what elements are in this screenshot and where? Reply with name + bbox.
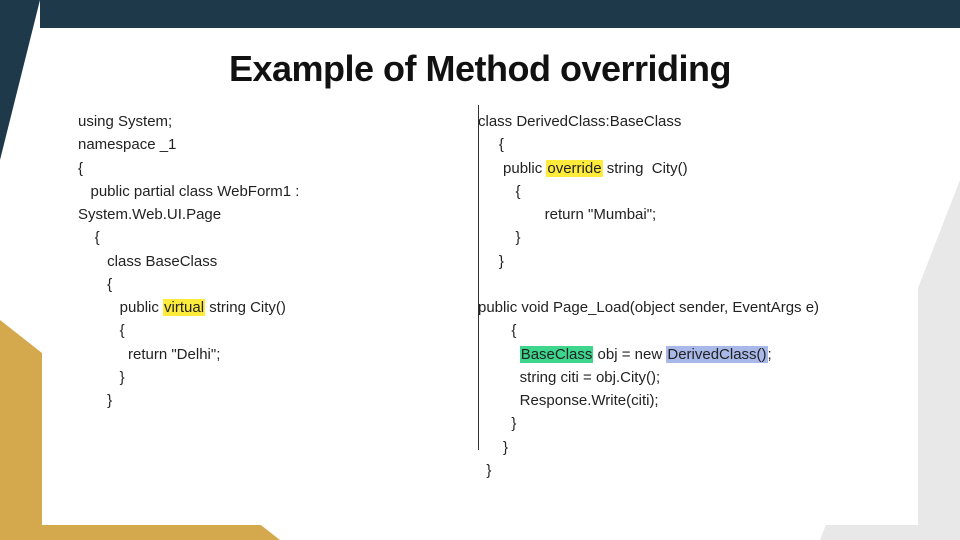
column-divider xyxy=(478,105,479,450)
code-line: Response.Write(citi); xyxy=(478,392,659,409)
code-line: namespace _1 xyxy=(78,136,176,153)
code-line: { xyxy=(78,322,125,339)
code-line: } xyxy=(478,415,516,432)
code-line: } xyxy=(478,253,504,270)
code-line: public void Page_Load(object sender, Eve… xyxy=(478,299,819,316)
code-text: public xyxy=(478,160,546,177)
code-line: return "Delhi"; xyxy=(78,346,220,363)
code-line: using System; xyxy=(78,113,172,130)
slide-card: Example of Method overriding using Syste… xyxy=(42,30,918,525)
code-line: } xyxy=(478,462,491,479)
code-line: return "Mumbai"; xyxy=(478,206,656,223)
code-text: string City() xyxy=(603,160,688,177)
code-text: obj = new xyxy=(593,346,666,363)
code-left-column: using System; namespace _1 { public part… xyxy=(78,110,458,482)
highlight-override: override xyxy=(546,160,602,177)
code-line: class BaseClass xyxy=(78,253,217,270)
code-line: { xyxy=(478,136,504,153)
code-line: } xyxy=(78,369,125,386)
code-text: string City() xyxy=(205,299,286,316)
bg-triangle-top-left xyxy=(0,0,40,160)
slide-title: Example of Method overriding xyxy=(78,48,882,90)
code-line: } xyxy=(478,229,521,246)
code-text: public xyxy=(78,299,163,316)
code-line: public override string City() xyxy=(478,160,688,177)
code-line: { xyxy=(478,183,521,200)
code-text xyxy=(478,346,520,363)
code-line: { xyxy=(78,276,112,293)
code-line: } xyxy=(78,392,112,409)
highlight-derivedclass: DerivedClass() xyxy=(666,346,767,363)
bg-stripe-top xyxy=(40,0,960,28)
code-line: BaseClass obj = new DerivedClass(); xyxy=(478,346,772,363)
code-line: class DerivedClass:BaseClass xyxy=(478,113,681,130)
code-line: System.Web.UI.Page xyxy=(78,206,221,223)
code-line: { xyxy=(78,229,100,246)
code-line: string citi = obj.City(); xyxy=(478,369,660,386)
code-line: public virtual string City() xyxy=(78,299,286,316)
code-line: { xyxy=(478,322,516,339)
code-text: ; xyxy=(768,346,772,363)
code-line: public partial class WebForm1 : xyxy=(78,183,299,200)
code-right-column: class DerivedClass:BaseClass { public ov… xyxy=(478,110,882,482)
highlight-virtual: virtual xyxy=(163,299,205,316)
code-columns: using System; namespace _1 { public part… xyxy=(78,110,882,482)
code-line: { xyxy=(78,160,83,177)
code-line: } xyxy=(478,439,508,456)
highlight-baseclass: BaseClass xyxy=(520,346,594,363)
